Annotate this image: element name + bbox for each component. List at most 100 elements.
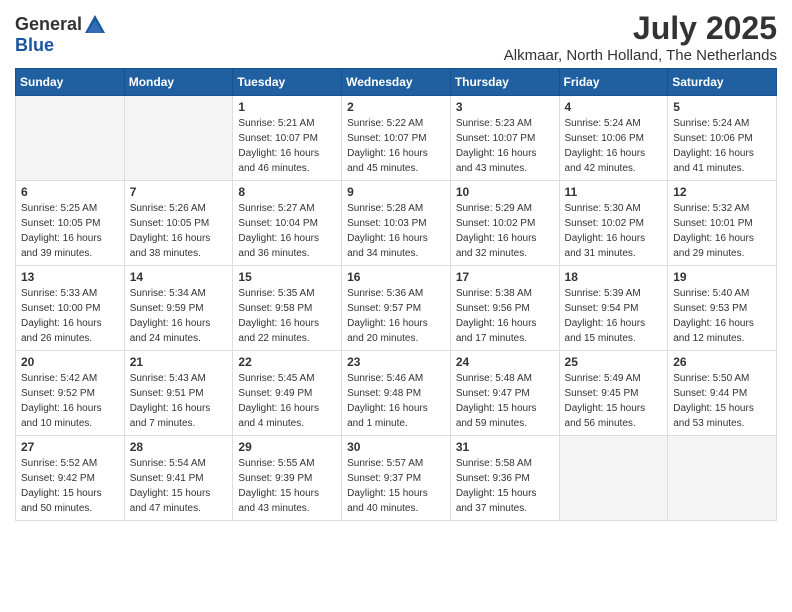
calendar-table: SundayMondayTuesdayWednesdayThursdayFrid… xyxy=(15,68,777,521)
calendar-cell: 5 Sunrise: 5:24 AM Sunset: 10:06 PM Dayl… xyxy=(668,96,777,181)
day-number: 31 xyxy=(456,440,554,454)
day-info: Sunrise: 5:28 AM Sunset: 10:03 PM Daylig… xyxy=(347,201,445,261)
day-number: 12 xyxy=(673,185,771,199)
page-header: General Blue July 2025 Alkmaar, North Ho… xyxy=(15,10,777,64)
day-info: Sunrise: 5:50 AM Sunset: 9:44 PM Dayligh… xyxy=(673,371,771,431)
calendar-cell: 26 Sunrise: 5:50 AM Sunset: 9:44 PM Dayl… xyxy=(668,351,777,436)
day-number: 5 xyxy=(673,100,771,114)
day-number: 13 xyxy=(21,270,119,284)
calendar-cell: 16 Sunrise: 5:36 AM Sunset: 9:57 PM Dayl… xyxy=(342,266,451,351)
calendar-cell xyxy=(16,96,125,181)
day-info: Sunrise: 5:46 AM Sunset: 9:48 PM Dayligh… xyxy=(347,371,445,431)
day-info: Sunrise: 5:22 AM Sunset: 10:07 PM Daylig… xyxy=(347,116,445,176)
calendar-cell: 12 Sunrise: 5:32 AM Sunset: 10:01 PM Day… xyxy=(668,181,777,266)
title-area: July 2025 Alkmaar, North Holland, The Ne… xyxy=(504,10,777,64)
calendar-cell xyxy=(559,436,668,521)
weekday-header-wednesday: Wednesday xyxy=(342,69,451,96)
logo-icon xyxy=(84,14,106,36)
day-number: 9 xyxy=(347,185,445,199)
day-info: Sunrise: 5:52 AM Sunset: 9:42 PM Dayligh… xyxy=(21,456,119,516)
calendar-cell: 19 Sunrise: 5:40 AM Sunset: 9:53 PM Dayl… xyxy=(668,266,777,351)
calendar-cell: 18 Sunrise: 5:39 AM Sunset: 9:54 PM Dayl… xyxy=(559,266,668,351)
day-number: 18 xyxy=(565,270,663,284)
calendar-cell: 22 Sunrise: 5:45 AM Sunset: 9:49 PM Dayl… xyxy=(233,351,342,436)
day-info: Sunrise: 5:55 AM Sunset: 9:39 PM Dayligh… xyxy=(238,456,336,516)
day-number: 1 xyxy=(238,100,336,114)
location-title: Alkmaar, North Holland, The Netherlands xyxy=(504,47,777,64)
calendar-cell: 24 Sunrise: 5:48 AM Sunset: 9:47 PM Dayl… xyxy=(450,351,559,436)
day-info: Sunrise: 5:40 AM Sunset: 9:53 PM Dayligh… xyxy=(673,286,771,346)
day-info: Sunrise: 5:33 AM Sunset: 10:00 PM Daylig… xyxy=(21,286,119,346)
calendar-cell: 25 Sunrise: 5:49 AM Sunset: 9:45 PM Dayl… xyxy=(559,351,668,436)
calendar-cell: 17 Sunrise: 5:38 AM Sunset: 9:56 PM Dayl… xyxy=(450,266,559,351)
day-info: Sunrise: 5:27 AM Sunset: 10:04 PM Daylig… xyxy=(238,201,336,261)
calendar-cell xyxy=(668,436,777,521)
logo: General Blue xyxy=(15,14,106,56)
day-number: 14 xyxy=(130,270,228,284)
day-info: Sunrise: 5:48 AM Sunset: 9:47 PM Dayligh… xyxy=(456,371,554,431)
day-info: Sunrise: 5:49 AM Sunset: 9:45 PM Dayligh… xyxy=(565,371,663,431)
day-number: 30 xyxy=(347,440,445,454)
day-number: 3 xyxy=(456,100,554,114)
calendar-cell: 8 Sunrise: 5:27 AM Sunset: 10:04 PM Dayl… xyxy=(233,181,342,266)
logo-blue-text: Blue xyxy=(15,35,54,55)
day-number: 20 xyxy=(21,355,119,369)
day-info: Sunrise: 5:34 AM Sunset: 9:59 PM Dayligh… xyxy=(130,286,228,346)
week-row-1: 1 Sunrise: 5:21 AM Sunset: 10:07 PM Dayl… xyxy=(16,96,777,181)
day-info: Sunrise: 5:26 AM Sunset: 10:05 PM Daylig… xyxy=(130,201,228,261)
calendar-cell: 4 Sunrise: 5:24 AM Sunset: 10:06 PM Dayl… xyxy=(559,96,668,181)
weekday-header-friday: Friday xyxy=(559,69,668,96)
day-number: 11 xyxy=(565,185,663,199)
calendar-cell: 3 Sunrise: 5:23 AM Sunset: 10:07 PM Dayl… xyxy=(450,96,559,181)
day-info: Sunrise: 5:23 AM Sunset: 10:07 PM Daylig… xyxy=(456,116,554,176)
day-info: Sunrise: 5:38 AM Sunset: 9:56 PM Dayligh… xyxy=(456,286,554,346)
calendar-cell: 27 Sunrise: 5:52 AM Sunset: 9:42 PM Dayl… xyxy=(16,436,125,521)
day-number: 17 xyxy=(456,270,554,284)
day-info: Sunrise: 5:35 AM Sunset: 9:58 PM Dayligh… xyxy=(238,286,336,346)
calendar-cell: 23 Sunrise: 5:46 AM Sunset: 9:48 PM Dayl… xyxy=(342,351,451,436)
day-info: Sunrise: 5:29 AM Sunset: 10:02 PM Daylig… xyxy=(456,201,554,261)
day-number: 2 xyxy=(347,100,445,114)
calendar-cell: 13 Sunrise: 5:33 AM Sunset: 10:00 PM Day… xyxy=(16,266,125,351)
day-info: Sunrise: 5:24 AM Sunset: 10:06 PM Daylig… xyxy=(565,116,663,176)
calendar-cell: 11 Sunrise: 5:30 AM Sunset: 10:02 PM Day… xyxy=(559,181,668,266)
month-title: July 2025 xyxy=(504,10,777,47)
day-number: 21 xyxy=(130,355,228,369)
calendar-cell: 6 Sunrise: 5:25 AM Sunset: 10:05 PM Dayl… xyxy=(16,181,125,266)
day-number: 27 xyxy=(21,440,119,454)
week-row-3: 13 Sunrise: 5:33 AM Sunset: 10:00 PM Day… xyxy=(16,266,777,351)
day-info: Sunrise: 5:42 AM Sunset: 9:52 PM Dayligh… xyxy=(21,371,119,431)
day-number: 4 xyxy=(565,100,663,114)
day-number: 22 xyxy=(238,355,336,369)
day-number: 16 xyxy=(347,270,445,284)
day-info: Sunrise: 5:45 AM Sunset: 9:49 PM Dayligh… xyxy=(238,371,336,431)
calendar-cell: 2 Sunrise: 5:22 AM Sunset: 10:07 PM Dayl… xyxy=(342,96,451,181)
calendar-cell: 7 Sunrise: 5:26 AM Sunset: 10:05 PM Dayl… xyxy=(124,181,233,266)
logo-general-text: General xyxy=(15,15,82,35)
day-info: Sunrise: 5:21 AM Sunset: 10:07 PM Daylig… xyxy=(238,116,336,176)
day-info: Sunrise: 5:36 AM Sunset: 9:57 PM Dayligh… xyxy=(347,286,445,346)
calendar-cell: 20 Sunrise: 5:42 AM Sunset: 9:52 PM Dayl… xyxy=(16,351,125,436)
day-info: Sunrise: 5:57 AM Sunset: 9:37 PM Dayligh… xyxy=(347,456,445,516)
calendar-cell: 31 Sunrise: 5:58 AM Sunset: 9:36 PM Dayl… xyxy=(450,436,559,521)
day-info: Sunrise: 5:39 AM Sunset: 9:54 PM Dayligh… xyxy=(565,286,663,346)
calendar-cell: 1 Sunrise: 5:21 AM Sunset: 10:07 PM Dayl… xyxy=(233,96,342,181)
weekday-header-monday: Monday xyxy=(124,69,233,96)
day-number: 29 xyxy=(238,440,336,454)
day-number: 8 xyxy=(238,185,336,199)
day-info: Sunrise: 5:24 AM Sunset: 10:06 PM Daylig… xyxy=(673,116,771,176)
calendar-cell xyxy=(124,96,233,181)
day-number: 23 xyxy=(347,355,445,369)
calendar-cell: 9 Sunrise: 5:28 AM Sunset: 10:03 PM Dayl… xyxy=(342,181,451,266)
day-number: 7 xyxy=(130,185,228,199)
weekday-header-saturday: Saturday xyxy=(668,69,777,96)
day-info: Sunrise: 5:43 AM Sunset: 9:51 PM Dayligh… xyxy=(130,371,228,431)
calendar-cell: 21 Sunrise: 5:43 AM Sunset: 9:51 PM Dayl… xyxy=(124,351,233,436)
calendar-cell: 28 Sunrise: 5:54 AM Sunset: 9:41 PM Dayl… xyxy=(124,436,233,521)
week-row-2: 6 Sunrise: 5:25 AM Sunset: 10:05 PM Dayl… xyxy=(16,181,777,266)
calendar-cell: 15 Sunrise: 5:35 AM Sunset: 9:58 PM Dayl… xyxy=(233,266,342,351)
day-number: 24 xyxy=(456,355,554,369)
weekday-header-row: SundayMondayTuesdayWednesdayThursdayFrid… xyxy=(16,69,777,96)
week-row-5: 27 Sunrise: 5:52 AM Sunset: 9:42 PM Dayl… xyxy=(16,436,777,521)
day-number: 19 xyxy=(673,270,771,284)
